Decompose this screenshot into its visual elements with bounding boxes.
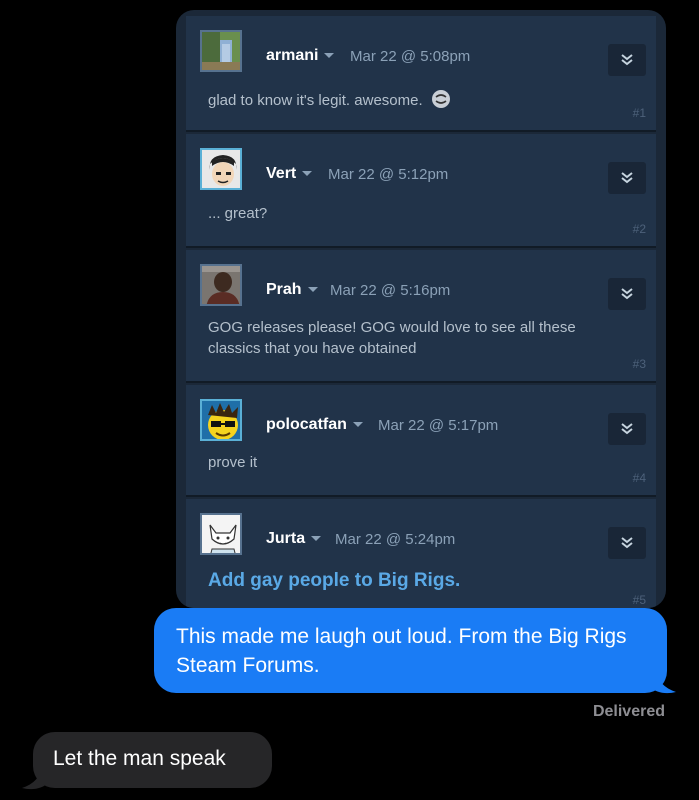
forum-post: Vert Mar 22 @ 5:12pm ... great? #2: [186, 134, 656, 248]
double-chevron-down-icon: [621, 54, 633, 66]
post-date: Mar 22 @ 5:16pm: [330, 282, 451, 299]
post-text: GOG releases please! GOG would love to s…: [208, 319, 576, 357]
chevron-down-icon: [311, 536, 322, 542]
post-number: #1: [632, 106, 646, 120]
post-menu-button[interactable]: [608, 278, 646, 310]
sent-message-bubble[interactable]: This made me laugh out loud. From the Bi…: [154, 608, 667, 693]
post-date: Mar 22 @ 5:12pm: [328, 166, 449, 183]
post-number: #4: [632, 471, 646, 485]
avatar[interactable]: [200, 30, 242, 72]
post-text: ... great?: [208, 205, 268, 222]
username[interactable]: Vert: [266, 165, 313, 183]
username[interactable]: armani: [266, 47, 335, 65]
post-menu-button[interactable]: [608, 162, 646, 194]
post-menu-button[interactable]: [608, 44, 646, 76]
avatar[interactable]: [200, 399, 242, 441]
double-chevron-down-icon: [621, 172, 633, 184]
forum-post: armani Mar 22 @ 5:08pm glad to know it's…: [186, 16, 656, 132]
sent-bubble-tail: [648, 670, 676, 694]
forum-post: polocatfan Mar 22 @ 5:17pm prove it #4: [186, 385, 656, 497]
post-text: glad to know it's legit. awesome.: [208, 89, 608, 111]
chevron-down-icon: [307, 287, 318, 293]
avatar[interactable]: [200, 148, 242, 190]
avatar[interactable]: [200, 264, 242, 306]
post-date: Mar 22 @ 5:08pm: [350, 48, 471, 65]
post-menu-button[interactable]: [608, 413, 646, 445]
username[interactable]: Prah: [266, 281, 318, 299]
post-date: Mar 22 @ 5:24pm: [335, 531, 456, 548]
double-chevron-down-icon: [621, 423, 633, 435]
post-number: #2: [632, 222, 646, 236]
double-chevron-down-icon: [621, 537, 633, 549]
post-date: Mar 22 @ 5:17pm: [378, 417, 499, 434]
chevron-down-icon: [352, 422, 363, 428]
forum-post: Prah Mar 22 @ 5:16pm GOG releases please…: [186, 250, 656, 383]
smiley-emoticon-icon: [431, 90, 450, 108]
forum-screenshot-attachment[interactable]: armani Mar 22 @ 5:08pm glad to know it's…: [176, 10, 666, 608]
username[interactable]: Jurta: [266, 530, 322, 548]
chevron-down-icon: [324, 53, 335, 59]
username[interactable]: polocatfan: [266, 416, 363, 434]
double-chevron-down-icon: [621, 288, 633, 300]
avatar[interactable]: [200, 513, 242, 555]
post-text: Add gay people to Big Rigs.: [208, 570, 461, 591]
forum-post: Jurta Mar 22 @ 5:24pm Add gay people to …: [186, 499, 656, 608]
post-text: prove it: [208, 454, 258, 471]
chevron-down-icon: [302, 171, 313, 177]
received-message-bubble[interactable]: Let the man speak: [33, 732, 272, 788]
post-menu-button[interactable]: [608, 527, 646, 559]
post-number: #5: [632, 593, 646, 607]
post-number: #3: [632, 357, 646, 371]
delivery-status: Delivered: [592, 703, 665, 720]
